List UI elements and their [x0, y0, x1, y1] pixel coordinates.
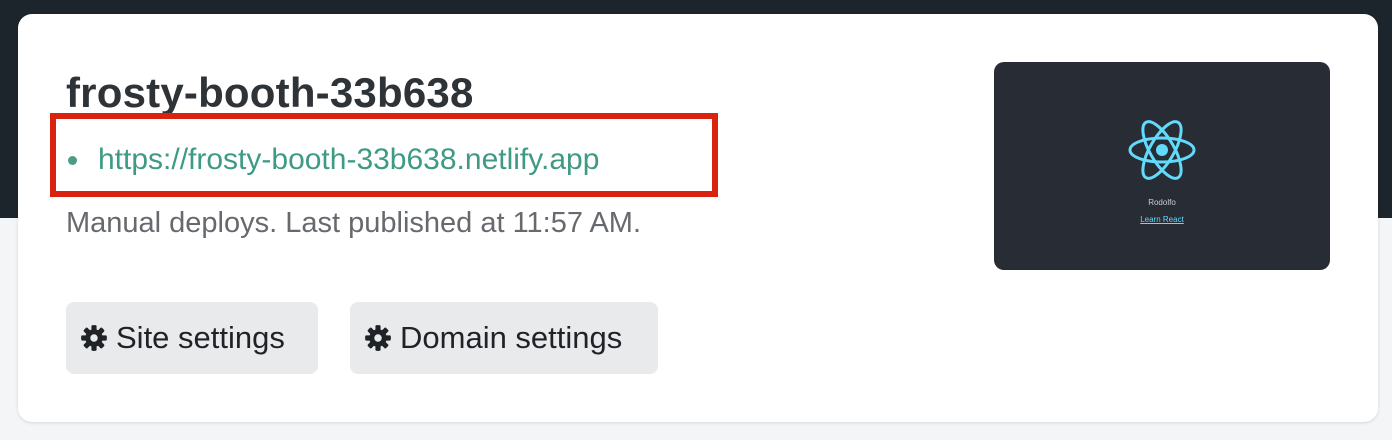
domain-settings-label: Domain settings: [400, 320, 623, 355]
site-url-row: https://frosty-booth-33b638.netlify.app: [66, 140, 599, 180]
site-name: frosty-booth-33b638: [66, 69, 474, 116]
gear-icon: [365, 325, 391, 351]
preview-learn-react-link: Learn React: [1140, 215, 1184, 224]
preview-caption: Rodolfo: [1148, 198, 1176, 207]
deploy-status: Manual deploys. Last published at 11:57 …: [66, 207, 642, 239]
deploy-preview-thumbnail[interactable]: Rodolfo Learn React: [994, 62, 1330, 270]
site-settings-label: Site settings: [116, 320, 285, 355]
site-overview-card: frosty-booth-33b638 https://frosty-booth…: [18, 14, 1378, 422]
site-settings-button[interactable]: Site settings: [66, 302, 318, 374]
react-logo-icon: [1128, 120, 1196, 180]
gear-icon: [81, 325, 107, 351]
domain-settings-button[interactable]: Domain settings: [350, 302, 658, 374]
bullet-icon: [68, 155, 77, 165]
site-url-link[interactable]: https://frosty-booth-33b638.netlify.app: [98, 140, 599, 180]
